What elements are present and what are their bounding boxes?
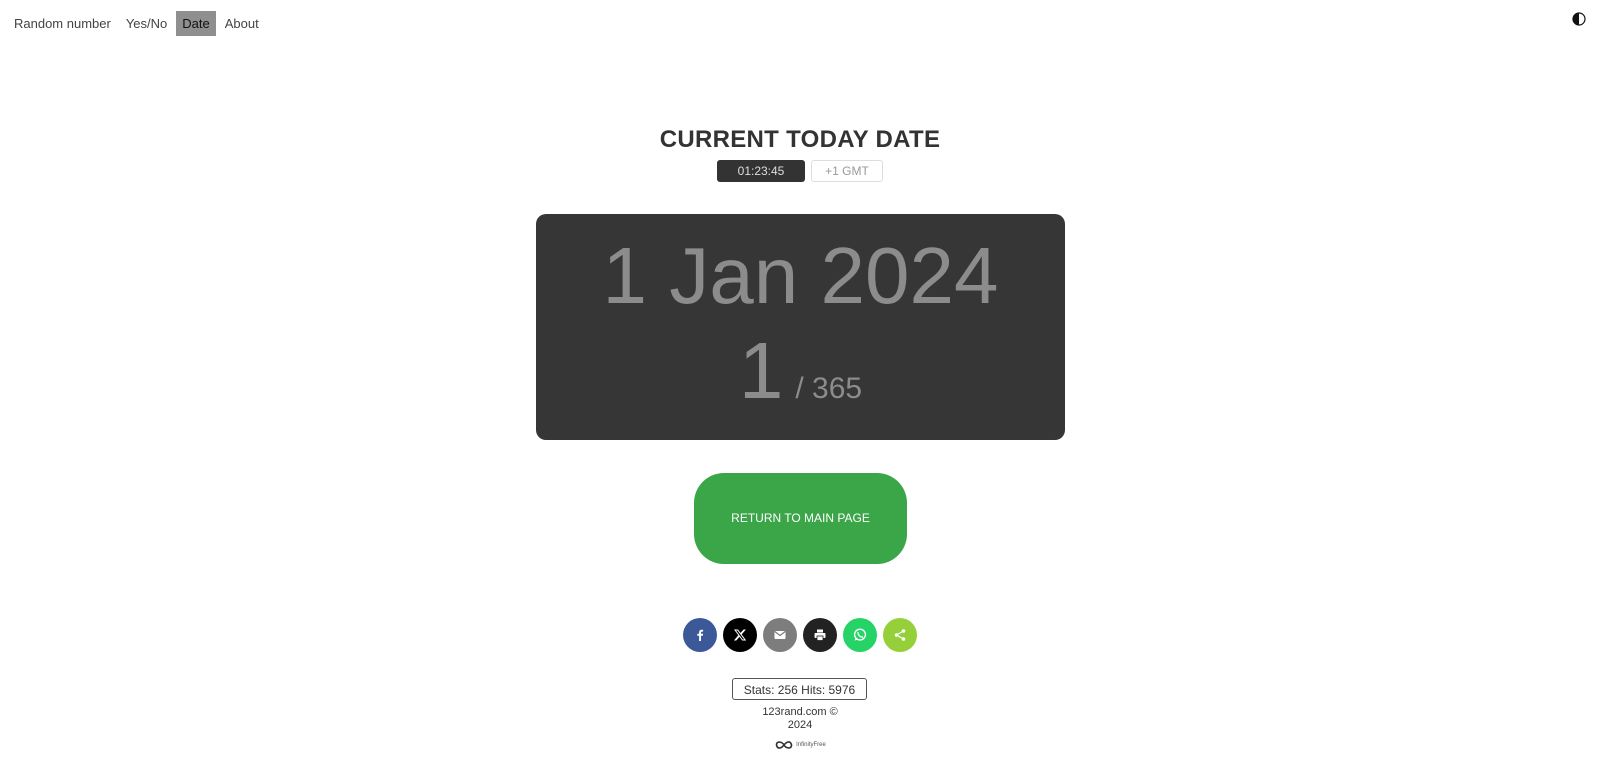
top-nav: Random number Yes/No Date About <box>8 11 268 36</box>
share-buttons <box>0 618 1600 652</box>
print-share-button[interactable] <box>803 618 837 652</box>
whatsapp-icon <box>853 628 867 641</box>
return-to-main-page-button[interactable]: RETURN TO MAIN PAGE <box>694 473 907 564</box>
nav-item-yes-no[interactable]: Yes/No <box>120 11 173 36</box>
email-share-button[interactable] <box>763 618 797 652</box>
footer-site: 123rand.com © <box>762 706 838 718</box>
facebook-share-button[interactable] <box>683 618 717 652</box>
stats-badge: Stats: 256 Hits: 5976 <box>732 678 867 700</box>
day-of-year: 1 <box>738 326 784 415</box>
facebook-icon <box>697 629 704 641</box>
footer: 123rand.com © 2024 <box>0 706 1600 732</box>
infinity-icon <box>775 741 793 749</box>
whatsapp-share-button[interactable] <box>843 618 877 652</box>
footer-year: 2024 <box>787 719 813 731</box>
email-icon <box>774 631 786 639</box>
contrast-icon[interactable] <box>1572 12 1586 26</box>
nav-item-date[interactable]: Date <box>176 11 216 36</box>
nav-item-about[interactable]: About <box>219 11 265 36</box>
share-button[interactable] <box>883 618 917 652</box>
x-icon <box>733 629 747 641</box>
share-icon <box>894 629 906 641</box>
timezone-badge: +1 GMT <box>811 160 883 182</box>
page-title: CURRENT TODAY DATE <box>659 126 941 153</box>
hosting-label: InfinityFree <box>796 742 826 748</box>
date-card: 1 Jan 2024 1 / 365 <box>536 214 1065 440</box>
current-time: 01:23:45 <box>717 160 805 182</box>
x-share-button[interactable] <box>723 618 757 652</box>
hosting-badge[interactable]: InfinityFree <box>0 740 1600 750</box>
current-date: 1 Jan 2024 <box>602 231 999 320</box>
time-row: 01:23:45 +1 GMT <box>0 160 1600 182</box>
days-in-year: / 365 <box>795 372 863 405</box>
day-of-year-line: 1 / 365 <box>536 326 1065 439</box>
nav-item-random-number[interactable]: Random number <box>8 11 117 36</box>
print-icon <box>814 629 826 641</box>
